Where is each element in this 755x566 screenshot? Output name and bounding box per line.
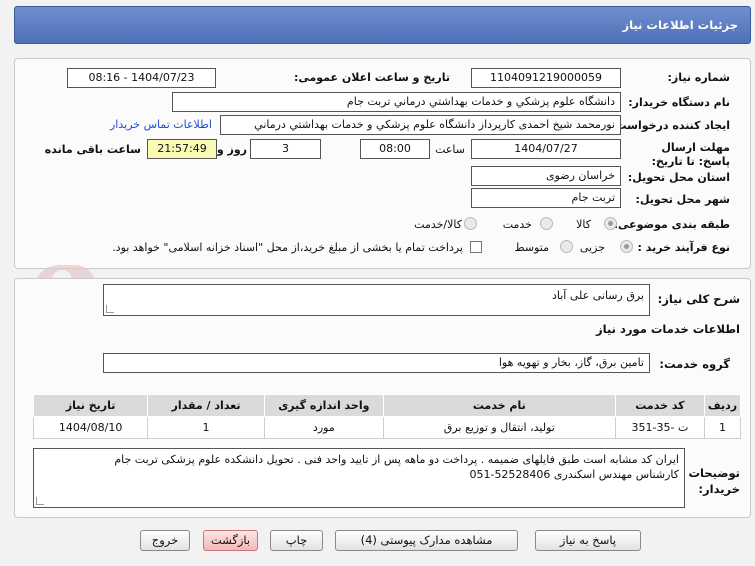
process-label: نوع فرآیند خرید : [637,241,730,254]
province-label: استان محل تحویل: [627,171,730,184]
table-header-row: ردیف کد خدمت نام خدمت واحد اندازه گیری ت… [32,394,741,417]
announce-field: 1404/07/23 - 08:16 [67,68,216,88]
description-textarea: برق رسانی علی آباد [103,284,650,316]
need-number-label: شماره نیاز: [667,71,730,84]
days-label: روز و [216,143,247,156]
category-radio-goods[interactable] [604,217,617,230]
service-group-label: گروه خدمت: [659,357,730,371]
col-quantity: تعداد / مقدار [147,394,265,417]
services-section-title: اطلاعات خدمات مورد نیاز [596,322,740,336]
buyer-notes-line2: کارشناس مهندس اسکندری 52528406-051 [469,468,679,481]
city-field: تربت جام [471,188,621,208]
remaining-label: ساعت باقی مانده [44,143,141,156]
remaining-time-field: 21:57:49 [147,139,217,159]
page-title: جزئیات اطلاعات نیاز [622,18,738,32]
treasury-payment-checkbox[interactable] [470,241,482,253]
cell-service-name: توليد، انتقال و توزيع برق [382,416,616,439]
process-option-minor: جزیی [579,241,605,254]
deadline-time-field: 08:00 [360,139,430,159]
services-table: ردیف کد خدمت نام خدمت واحد اندازه گیری ت… [32,394,741,439]
category-radio-service[interactable] [540,217,553,230]
need-number-field: 1104091219000059 [471,68,621,88]
category-option-service: خدمت [502,218,532,231]
category-label: طبقه بندی موضوعی: [613,218,730,231]
process-radio-minor[interactable] [620,240,633,253]
treasury-payment-note: پرداخت تمام یا بخشی از مبلغ خرید،از محل … [112,241,463,254]
cell-service-code: ت -35-351 [614,416,706,439]
process-option-medium: متوسط [514,241,549,254]
description-label: شرح کلی نیاز: [657,292,740,306]
resize-grip-icon[interactable] [36,497,44,505]
category-option-goods: کالا [576,218,591,231]
cell-row-number: 1 [704,416,741,439]
col-row-number: ردیف [704,394,741,417]
cell-unit: مورد [263,416,384,439]
buyer-notes-line1: ایران کد مشابه است طبق فایلهای ضمیمه . پ… [114,453,679,466]
announce-label: تاریخ و ساعت اعلان عمومی: [293,71,450,84]
category-option-goods-service: کالا/خدمت [414,218,462,231]
col-unit: واحد اندازه گیری [263,394,384,417]
category-radio-goods-service[interactable] [464,217,477,230]
back-button[interactable]: بازگشت [203,530,258,551]
contact-buyer-link[interactable]: اطلاعات تماس خریدار [110,118,212,131]
resize-grip-icon[interactable] [106,305,114,313]
buyer-notes-textarea: ایران کد مشابه است طبق فایلهای ضمیمه . پ… [33,448,685,508]
province-field: خراسان رضوی [471,166,621,186]
service-group-field: تامین برق، گاز، بخار و تهویه هوا [103,353,650,373]
exit-button[interactable]: خروج [140,530,190,551]
city-label: شهر محل تحویل: [635,193,730,206]
cell-need-date: 1404/08/10 [32,416,149,439]
process-radio-medium[interactable] [560,240,573,253]
buyer-label: نام دستگاه خریدار: [628,96,730,109]
page-header: جزئیات اطلاعات نیاز [14,6,751,44]
reply-button[interactable]: پاسخ به نیاز [535,530,641,551]
col-service-code: کد خدمت [614,394,706,417]
time-label: ساعت [435,143,465,156]
cell-quantity: 1 [147,416,265,439]
buyer-field: دانشگاه علوم پزشكي و خدمات بهداشتي درمان… [172,92,621,112]
creator-label: ایجاد کننده درخواست: [611,119,730,132]
description-text: برق رسانی علی آباد [551,289,644,302]
view-attachments-button[interactable]: مشاهده مدارک پیوستی (4) [335,530,518,551]
print-button[interactable]: چاپ [270,530,323,551]
table-row: 1 ت -35-351 توليد، انتقال و توزيع برق مو… [32,416,741,439]
days-field: 3 [250,139,321,159]
deadline-date-field: 1404/07/27 [471,139,621,159]
col-need-date: تاریخ نیاز [32,394,149,417]
deadline-label: مهلت ارسال پاسخ: تا تاریخ: [651,141,730,168]
creator-field: نورمحمد شيخ احمدی كارپرداز دانشگاه علوم … [220,115,621,135]
col-service-name: نام خدمت [382,394,616,417]
